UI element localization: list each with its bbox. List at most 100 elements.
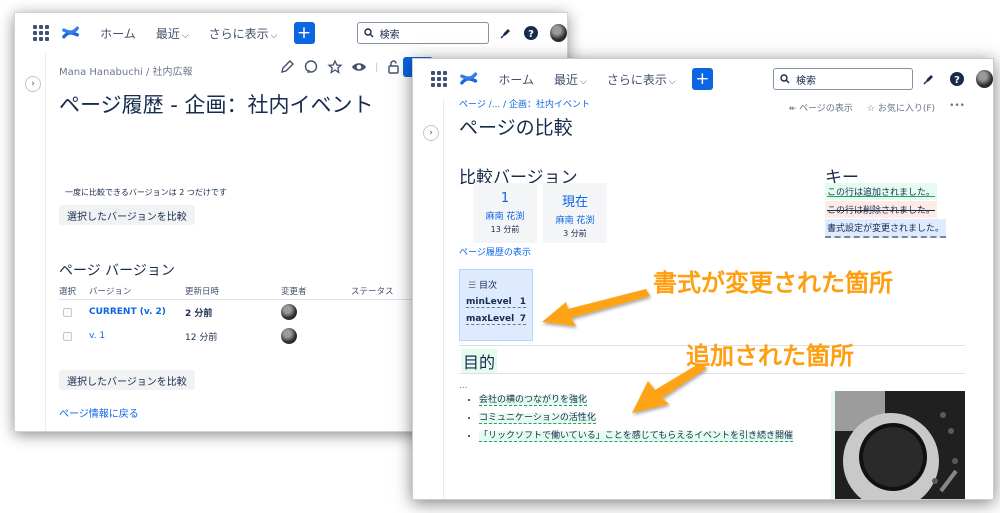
toc-param-key: minLevel xyxy=(466,297,512,307)
create-button[interactable]: + xyxy=(293,22,315,44)
chevron-down-icon: ⌵ xyxy=(668,76,676,87)
version-card[interactable]: 現在 麻南 花渕 3 分前 xyxy=(543,183,607,243)
version-card[interactable]: 1 麻南 花渕 13 分前 xyxy=(473,183,537,243)
col-version: バージョン xyxy=(89,287,132,297)
sidebar-divider xyxy=(443,99,444,499)
list-item: 「リックソフトで働いている」ことを感じてもらえるイベントを引き続き開催 xyxy=(479,429,809,444)
search-icon xyxy=(780,74,790,84)
page-actions: | xyxy=(279,59,402,75)
search-input[interactable]: 検索 xyxy=(356,22,490,44)
divider xyxy=(459,373,965,374)
user-avatar[interactable] xyxy=(975,70,993,88)
search-placeholder: 検索 xyxy=(379,29,400,41)
chevron-down-icon: ⌵ xyxy=(181,30,189,41)
nav-more-label: さらに表示 xyxy=(606,72,667,87)
view-page-label: ページの表示 xyxy=(799,104,853,114)
purpose-list: 会社の横のつながりを強化 コミュニケーションの活性化 「リックソフトで働いている… xyxy=(479,393,809,447)
toc-param-value: 1 xyxy=(519,297,526,307)
notification-icon[interactable] xyxy=(921,70,938,88)
author-avatar[interactable] xyxy=(281,328,297,344)
search-placeholder: 検索 xyxy=(796,75,817,87)
nav-recent-label: 最近 xyxy=(155,26,180,41)
version-number: 1 xyxy=(500,191,510,206)
list-item-text: コミュニケーションの活性化 xyxy=(479,413,596,424)
sidebar-divider xyxy=(45,53,46,431)
confluence-logo-icon[interactable] xyxy=(459,69,478,89)
page-history-link[interactable]: ページ履歴の表示 xyxy=(459,245,531,258)
user-avatar[interactable] xyxy=(549,24,567,42)
view-page-link[interactable]: ↞ ページの表示 xyxy=(789,101,853,114)
compare-limit-note: 一度に比較できるバージョンは 2 つだけです xyxy=(65,188,227,197)
sidebar-expand-icon[interactable]: › xyxy=(423,125,439,141)
search-input[interactable]: 検索 xyxy=(773,68,913,90)
edit-icon[interactable] xyxy=(279,59,295,75)
toc-param-value: 7 xyxy=(519,314,526,324)
nav-more[interactable]: さらに表示 ⌵ xyxy=(209,25,278,42)
app-switcher-icon[interactable] xyxy=(431,71,447,87)
toc-macro: ☰ 目次 minLevel 1 maxLevel 7 xyxy=(459,269,533,341)
nav-recent-label: 最近 xyxy=(554,72,579,87)
updated-time: 2 分前 xyxy=(185,308,213,319)
list-item: 会社の横のつながりを強化 xyxy=(479,393,809,408)
page-actions: ↞ ページの表示 ☆ お気に入り(F) ••• xyxy=(789,101,965,114)
author-avatar[interactable] xyxy=(281,304,297,320)
svg-text:?: ? xyxy=(954,75,960,86)
list-item-text: 「リックソフトで働いている」ことを感じてもらえるイベントを引き続き開催 xyxy=(479,431,794,442)
version-time: 13 分前 xyxy=(490,225,520,234)
svg-text:?: ? xyxy=(528,29,534,40)
back-to-page-info-link[interactable]: ページ情報に戻る xyxy=(59,405,139,420)
version-time: 3 分前 xyxy=(563,229,587,238)
version-number: 現在 xyxy=(561,195,588,210)
version-link[interactable]: v. 1 xyxy=(89,331,105,341)
callout-format-changed: 書式が変更された箇所 xyxy=(653,269,893,297)
callout-added: 追加された箇所 xyxy=(686,342,854,370)
top-nav: ホーム 最近 ⌵ さらに表示 ⌵ + 検索 ? xyxy=(413,59,993,99)
version-checkbox[interactable] xyxy=(63,331,72,341)
version-author[interactable]: 麻南 花渕 xyxy=(473,209,537,222)
breadcrumb[interactable]: Mana Hanabuchi / 社内広報 xyxy=(59,63,193,78)
list-item-text: 会社の横のつながりを強化 xyxy=(479,395,588,406)
col-status: ステータス xyxy=(351,287,394,297)
breadcrumb[interactable]: ページ /... / 企画：社内イベント xyxy=(459,97,590,110)
ellipsis: ... xyxy=(459,381,468,391)
app-switcher-icon[interactable] xyxy=(33,25,49,41)
help-icon[interactable]: ? xyxy=(522,24,539,42)
nav-more[interactable]: さらに表示 ⌵ xyxy=(607,71,676,88)
search-icon xyxy=(363,28,374,38)
nav-more-label: さらに表示 xyxy=(208,26,269,41)
version-link[interactable]: CURRENT (v. 2) xyxy=(89,307,166,317)
page-title: ページの比較 xyxy=(459,117,573,139)
chevron-down-icon: ⌵ xyxy=(580,76,587,87)
comment-icon[interactable] xyxy=(303,59,319,75)
page-title: ページ履歴 - 企画：社内イベント xyxy=(59,93,374,117)
toc-param: minLevel 1 xyxy=(466,297,526,308)
more-actions-icon[interactable]: ••• xyxy=(949,101,965,114)
star-icon: ☆ xyxy=(866,104,878,114)
purpose-heading: 目的 xyxy=(461,349,498,374)
favorite-label: お気に入り(F) xyxy=(877,104,936,114)
version-author[interactable]: 麻南 花渕 xyxy=(543,213,607,226)
nav-home[interactable]: ホーム xyxy=(100,25,136,42)
nav-recent[interactable]: 最近 ⌵ xyxy=(554,71,587,88)
top-nav: ホーム 最近 ⌵ さらに表示 ⌵ + 検索 ? xyxy=(15,13,567,53)
col-updated: 更新日時 xyxy=(185,287,220,297)
toc-param-key: maxLevel xyxy=(466,314,515,324)
confluence-logo-icon[interactable] xyxy=(61,23,80,43)
version-checkbox[interactable] xyxy=(63,307,72,317)
create-button[interactable]: + xyxy=(691,68,714,90)
back-arrow-icon: ↞ xyxy=(788,104,800,114)
col-author: 変更者 xyxy=(281,287,307,297)
nav-recent[interactable]: 最近 ⌵ xyxy=(156,25,189,42)
favorite-link[interactable]: ☆ お気に入り(F) xyxy=(867,101,935,114)
coffee-image xyxy=(831,391,965,499)
watch-eye-icon[interactable] xyxy=(351,59,367,75)
compare-selected-button-bottom[interactable]: 選択したバージョンを比較 xyxy=(59,370,195,390)
compare-selected-button-top[interactable]: 選択したバージョンを比較 xyxy=(59,205,195,225)
unlock-icon[interactable] xyxy=(386,59,402,75)
toc-param: maxLevel 7 xyxy=(466,314,526,325)
star-icon[interactable] xyxy=(327,59,343,75)
notification-icon[interactable] xyxy=(497,24,514,42)
nav-home[interactable]: ホーム xyxy=(498,71,534,88)
sidebar-expand-icon[interactable]: › xyxy=(25,76,41,92)
help-icon[interactable]: ? xyxy=(948,70,965,88)
